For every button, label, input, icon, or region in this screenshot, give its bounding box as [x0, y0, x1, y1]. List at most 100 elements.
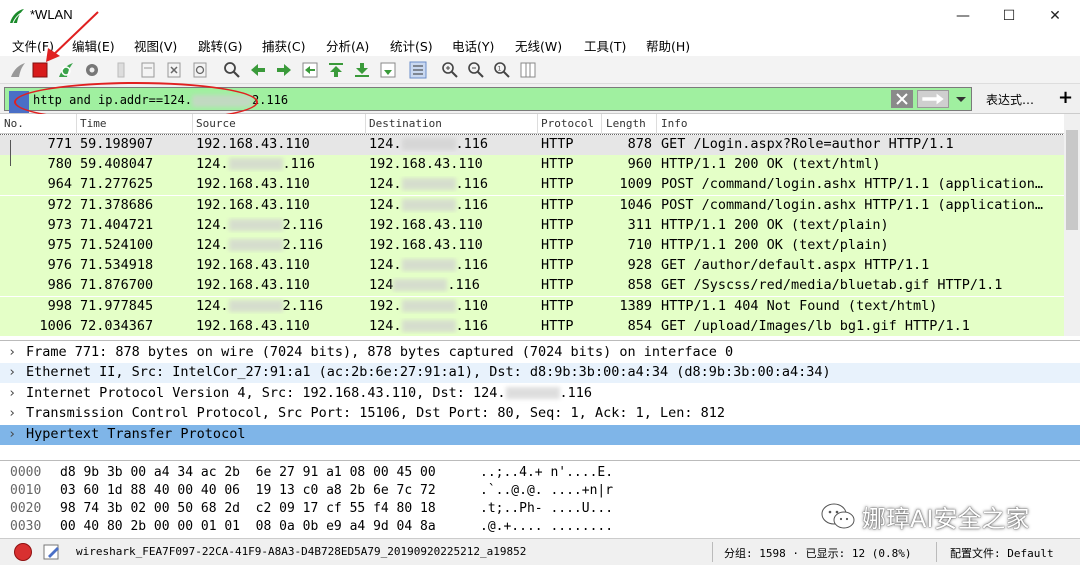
close-button[interactable]: ✕	[1032, 0, 1078, 32]
bytes-row[interactable]: 0020 98 74 3b 02 00 50 68 2d c2 09 17 cf …	[0, 501, 700, 519]
filter-bookmark-icon[interactable]	[9, 91, 29, 113]
bytes-hex: 98 74 3b 02 00 50 68 2d c2 09 17 cf 55 f…	[60, 501, 436, 516]
bytes-row[interactable]: 0030 00 40 80 2b 00 00 01 01 08 0a 0b e9 …	[0, 519, 700, 537]
column-separator[interactable]	[365, 114, 366, 134]
packet-cell-len: 710	[606, 237, 652, 253]
go-last-icon[interactable]	[352, 60, 372, 80]
packet-row[interactable]: 986 71.876700 192.168.43.110 124 .116 HTTP 858…	[0, 276, 1064, 297]
open-file-icon[interactable]	[112, 60, 132, 80]
packet-cell-proto: HTTP	[541, 197, 601, 213]
chevron-right-icon[interactable]: ›	[8, 364, 16, 380]
column-separator[interactable]	[76, 114, 77, 134]
capture-status-icon[interactable]	[14, 543, 32, 561]
menu-go[interactable]: 跳转(G)	[198, 36, 242, 55]
edit-comment-icon[interactable]	[42, 543, 62, 561]
details-row[interactable]: › Frame 771: 878 bytes on wire (7024 bits…	[0, 343, 1080, 363]
packet-cell-time: 71.876700	[80, 277, 192, 293]
menu-analyze[interactable]: 分析(A)	[326, 36, 369, 55]
go-forward-icon[interactable]	[274, 60, 294, 80]
column-separator[interactable]	[656, 114, 657, 134]
menu-view[interactable]: 视图(V)	[134, 36, 177, 55]
zoom-in-icon[interactable]	[440, 60, 460, 80]
chevron-down-icon[interactable]	[953, 90, 969, 108]
column-protocol[interactable]: Protocol	[541, 117, 594, 130]
save-file-icon[interactable]	[138, 60, 158, 80]
menu-edit[interactable]: 编辑(E)	[72, 36, 115, 55]
column-separator[interactable]	[537, 114, 538, 134]
column-length[interactable]: Length	[606, 117, 646, 130]
profile-label[interactable]: 配置文件: Default	[950, 545, 1054, 561]
maximize-button[interactable]: ☐	[986, 0, 1032, 32]
details-text: Internet Protocol Version 4, Src: 192.16…	[26, 385, 592, 401]
column-source[interactable]: Source	[196, 117, 236, 130]
expression-button[interactable]: 表达式…	[986, 91, 1034, 108]
packet-value: 72.034367	[80, 317, 154, 334]
restart-capture-icon[interactable]	[56, 60, 76, 80]
column-info[interactable]: Info	[661, 117, 688, 130]
packet-list-scrollbar[interactable]	[1064, 114, 1080, 336]
menu-capture[interactable]: 捕获(C)	[262, 36, 305, 55]
display-filter-input[interactable]: http and ip.addr==124. 2.116	[4, 87, 972, 113]
zoom-normal-icon[interactable]: 1	[492, 60, 512, 80]
details-row[interactable]: › Transmission Control Protocol, Src Port…	[0, 404, 1080, 424]
packet-row[interactable]: 771 59.198907 192.168.43.110 124. .116 HTTP 87…	[0, 134, 1065, 156]
menu-wireless[interactable]: 无线(W)	[515, 36, 562, 55]
apply-filter-icon[interactable]	[917, 90, 949, 108]
details-row[interactable]: › Internet Protocol Version 4, Src: 192.1…	[0, 384, 1080, 404]
column-separator[interactable]	[601, 114, 602, 134]
packet-value: 192.168.43.110	[196, 136, 310, 152]
find-packet-icon[interactable]	[222, 60, 242, 80]
packet-cell-no: 780	[4, 156, 72, 172]
reload-file-icon[interactable]	[190, 60, 210, 80]
resize-columns-icon[interactable]	[518, 60, 538, 80]
add-filter-button[interactable]: +	[1058, 87, 1073, 108]
packet-value: 960	[627, 156, 652, 173]
packet-row[interactable]: 973 71.404721 124. 2.116 192.168.43.110 HTTP 3…	[0, 215, 1064, 236]
bytes-row[interactable]: 0000 d8 9b 3b 00 a4 34 ac 2b 6e 27 91 a1 …	[0, 465, 700, 483]
capture-options-icon[interactable]	[82, 60, 102, 80]
packet-details-pane[interactable]: › Frame 771: 878 bytes on wire (7024 bits…	[0, 340, 1080, 458]
packet-value: 710	[627, 237, 652, 253]
menu-file[interactable]: 文件(F)	[12, 36, 54, 55]
menu-help[interactable]: 帮助(H)	[646, 36, 690, 55]
packet-list[interactable]: No. Time Source Destination Protocol Len…	[0, 114, 1080, 336]
auto-scroll-icon[interactable]	[378, 60, 398, 80]
minimize-button[interactable]: —	[940, 0, 986, 32]
colorize-icon[interactable]	[408, 60, 428, 80]
clear-filter-icon[interactable]	[891, 90, 913, 108]
packet-row[interactable]: 780 59.408047 124. .116 192.168.43.110 HTTP 96…	[0, 155, 1064, 176]
column-no[interactable]: No.	[4, 117, 24, 130]
packet-row[interactable]: 975 71.524100 124. 2.116 192.168.43.110 HTTP 7…	[0, 236, 1064, 256]
stop-capture-icon[interactable]	[30, 60, 50, 80]
column-destination[interactable]: Destination	[369, 117, 442, 130]
scrollbar-thumb[interactable]	[1066, 130, 1078, 230]
menu-tools[interactable]: 工具(T)	[584, 36, 626, 55]
chevron-right-icon[interactable]: ›	[8, 385, 16, 401]
details-row[interactable]: › Hypertext Transfer Protocol	[0, 424, 1080, 445]
shark-fin-start-icon[interactable]	[8, 60, 28, 80]
bytes-ascii: .t;..Ph- ....U...	[480, 501, 614, 516]
details-row[interactable]: › Ethernet II, Src: IntelCor_27:91:a1 (ac…	[0, 363, 1080, 384]
column-separator[interactable]	[192, 114, 193, 134]
bytes-row[interactable]: 0010 03 60 1d 88 40 00 40 06 19 13 c0 a8 …	[0, 483, 700, 501]
zoom-out-icon[interactable]	[466, 60, 486, 80]
go-to-packet-icon[interactable]	[300, 60, 320, 80]
chevron-right-icon[interactable]: ›	[8, 344, 16, 360]
packet-cell-dst: 192.168.43.110	[369, 156, 537, 172]
close-file-icon[interactable]	[164, 60, 184, 80]
packet-row[interactable]: 976 71.534918 192.168.43.110 124. .116 HTTP 92…	[0, 256, 1064, 277]
column-time[interactable]: Time	[80, 117, 107, 130]
packet-cell-len: 960	[606, 156, 652, 172]
menu-telephony[interactable]: 电话(Y)	[452, 36, 494, 55]
packet-row[interactable]: 998 71.977845 124. 2.116 192. .110 HTTP 1389 HTT…	[0, 296, 1064, 317]
capture-file-name: wireshark_FEA7F097-22CA-41F9-A8A3-D4B728…	[76, 545, 527, 558]
chevron-right-icon[interactable]: ›	[8, 405, 16, 421]
chevron-right-icon[interactable]: ›	[8, 426, 16, 442]
packet-row[interactable]: 972 71.378686 192.168.43.110 124. .116 HTTP 10…	[0, 195, 1064, 216]
display-filter-value[interactable]: http and ip.addr==124. 2.116	[33, 93, 288, 107]
packet-row[interactable]: 1006 72.034367 192.168.43.110 124. .116 HTTP 8…	[0, 316, 1064, 336]
go-back-icon[interactable]	[248, 60, 268, 80]
go-first-icon[interactable]	[326, 60, 346, 80]
menu-statistics[interactable]: 统计(S)	[390, 36, 433, 55]
packet-row[interactable]: 964 71.277625 192.168.43.110 124. .116 HTTP 10…	[0, 175, 1064, 196]
